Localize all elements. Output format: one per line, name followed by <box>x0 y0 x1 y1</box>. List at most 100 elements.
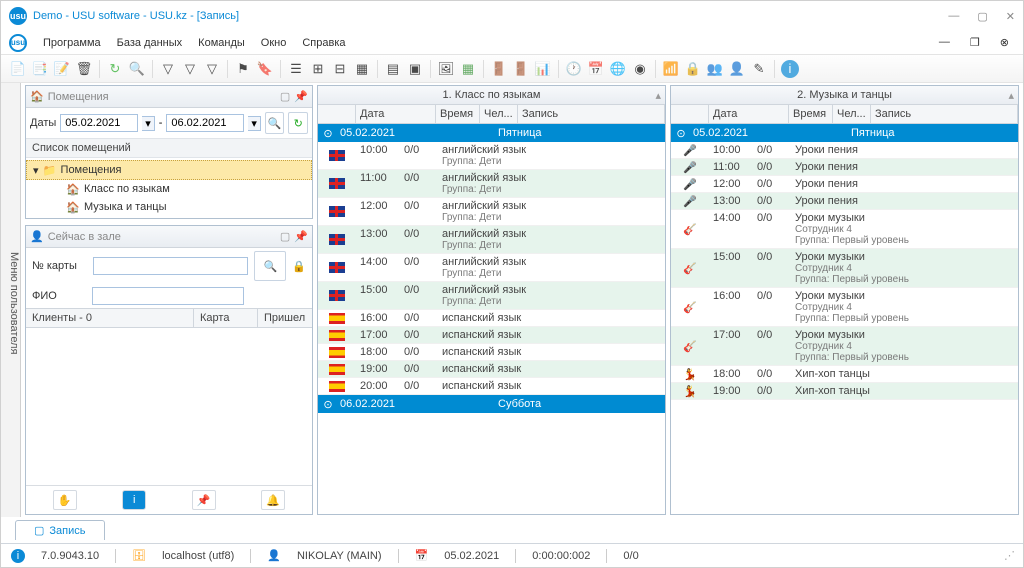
tool-group-icon[interactable]: ▦ <box>353 60 371 78</box>
tool-filter-off-icon[interactable]: ▽ <box>181 60 199 78</box>
date-from-dropdown[interactable]: ▾ <box>142 116 154 131</box>
schedule-entry[interactable]: 🎸16:000/0Уроки музыкиСотрудник 4Группа: … <box>671 288 1018 327</box>
tool-chart-icon[interactable]: 📊 <box>534 60 552 78</box>
tool-columns-icon[interactable]: ▤ <box>384 60 402 78</box>
menu-commands[interactable]: Команды <box>192 35 251 51</box>
date-row[interactable]: ⊙06.02.2021Суббота <box>318 395 665 413</box>
schedule-entry[interactable]: 18:000/0испанский язык <box>318 344 665 361</box>
tool-edit-icon[interactable]: 📝 <box>53 60 71 78</box>
tool-search-icon[interactable]: 🔍 <box>128 60 146 78</box>
card-input[interactable] <box>93 257 248 275</box>
schedule-entry[interactable]: 10:000/0английский языкГруппа: Дети <box>318 142 665 170</box>
tool-color-icon[interactable]: ◉ <box>631 60 649 78</box>
lock-icon[interactable]: 🔒 <box>292 260 306 273</box>
schedule-up-icon[interactable]: ▴ <box>1008 89 1014 102</box>
maximize-button[interactable]: ▢ <box>977 10 987 23</box>
schedule-entry[interactable]: 14:000/0английский языкГруппа: Дети <box>318 254 665 282</box>
schedule-entry[interactable]: 13:000/0английский языкГруппа: Дети <box>318 226 665 254</box>
date-row[interactable]: ⊙05.02.2021Пятница <box>671 124 1018 142</box>
pin-icon[interactable]: 📌 <box>192 490 216 510</box>
minimize-button[interactable]: — <box>948 10 959 23</box>
col-date[interactable]: Дата <box>709 105 789 123</box>
panel-new-window-icon[interactable]: ▢ <box>280 90 290 103</box>
tool-tree-icon[interactable]: ☰ <box>287 60 305 78</box>
tool-rss-icon[interactable]: 📶 <box>662 60 680 78</box>
schedule-entry[interactable]: 11:000/0английский языкГруппа: Дети <box>318 170 665 198</box>
arrived-column-header[interactable]: Пришел <box>258 309 312 327</box>
panel-pin-icon[interactable]: 📌 <box>294 230 308 243</box>
menu-database[interactable]: База данных <box>111 35 189 51</box>
tab-record[interactable]: ▢ Запись <box>15 520 105 540</box>
fio-input[interactable] <box>92 287 244 305</box>
tree-item-music[interactable]: 🏠 Музыка и танцы <box>26 198 312 216</box>
date-row[interactable]: ⊙05.02.2021Пятница <box>318 124 665 142</box>
menu-window[interactable]: Окно <box>255 35 293 51</box>
refresh-dates-button[interactable]: ↻ <box>288 112 308 134</box>
schedule-entry[interactable]: 19:000/0испанский язык <box>318 361 665 378</box>
tool-users-icon[interactable]: 👥 <box>706 60 724 78</box>
panel-pin-icon[interactable]: 📌 <box>294 90 308 103</box>
search-dates-button[interactable]: 🔍 <box>265 112 285 134</box>
collapse-icon[interactable]: ⊙ <box>318 127 338 140</box>
user-menu-tab[interactable]: Меню пользователя <box>1 83 21 517</box>
tool-user-icon[interactable]: 👤 <box>728 60 746 78</box>
hand-icon[interactable]: ✋ <box>53 490 77 510</box>
close-button[interactable]: ✕ <box>1006 10 1015 23</box>
date-to-input[interactable] <box>166 114 244 132</box>
tool-flag-icon[interactable]: ⚑ <box>234 60 252 78</box>
card-column-header[interactable]: Карта <box>194 309 258 327</box>
tool-new-icon[interactable]: 📄 <box>9 60 27 78</box>
schedule-entry[interactable]: 🎤12:000/0Уроки пения <box>671 176 1018 193</box>
mdi-restore-button[interactable]: ❐ <box>964 34 986 51</box>
tree-item-languages[interactable]: 🏠 Класс по языкам <box>26 180 312 198</box>
col-time[interactable]: Время <box>436 105 480 123</box>
mdi-close-button[interactable]: ⊗ <box>994 34 1015 51</box>
tool-clock-icon[interactable]: 🕐 <box>565 60 583 78</box>
schedule-entry[interactable]: 🎤13:000/0Уроки пения <box>671 193 1018 210</box>
clients-count-header[interactable]: Клиенты - 0 <box>26 309 194 327</box>
tool-lock-icon[interactable]: 🔒 <box>684 60 702 78</box>
info-icon[interactable]: i <box>122 490 146 510</box>
schedule-entry[interactable]: 💃18:000/0Хип-хоп танцы <box>671 366 1018 383</box>
tool-expand-icon[interactable]: ⊞ <box>309 60 327 78</box>
search-card-button[interactable]: 🔍 <box>254 251 286 281</box>
date-from-input[interactable] <box>60 114 138 132</box>
tree-root-rooms[interactable]: ▾ 📁 Помещения <box>26 160 312 180</box>
schedule-entry[interactable]: 🎤10:000/0Уроки пения <box>671 142 1018 159</box>
tool-bookmark-icon[interactable]: 🔖 <box>256 60 274 78</box>
tool-door-out-icon[interactable]: 🚪 <box>512 60 530 78</box>
tool-window-icon[interactable]: ▣ <box>406 60 424 78</box>
schedule-entry[interactable]: 🎤11:000/0Уроки пения <box>671 159 1018 176</box>
col-people[interactable]: Чел... <box>480 105 518 123</box>
schedule-entry[interactable]: 🎸17:000/0Уроки музыкиСотрудник 4Группа: … <box>671 327 1018 366</box>
bell-icon[interactable]: 🔔 <box>261 490 285 510</box>
tool-export-img-icon[interactable]: 🖼 <box>437 60 455 78</box>
schedule-entry[interactable]: 17:000/0испанский язык <box>318 327 665 344</box>
schedule-entry[interactable]: 16:000/0испанский язык <box>318 310 665 327</box>
tool-filter-icon[interactable]: ▽ <box>159 60 177 78</box>
collapse-icon[interactable]: ⊙ <box>671 127 691 140</box>
tool-calendar-icon[interactable]: 📅 <box>587 60 605 78</box>
schedule-entry[interactable]: 💃19:000/0Хип-хоп танцы <box>671 383 1018 400</box>
tool-info-icon[interactable]: i <box>781 60 799 78</box>
col-time[interactable]: Время <box>789 105 833 123</box>
schedule-up-icon[interactable]: ▴ <box>655 89 661 102</box>
menu-help[interactable]: Справка <box>296 35 351 51</box>
resize-grip-icon[interactable]: ⋰ <box>1004 549 1013 562</box>
tool-export-xls-icon[interactable]: ▦ <box>459 60 477 78</box>
tool-collapse-icon[interactable]: ⊟ <box>331 60 349 78</box>
menu-program[interactable]: Программа <box>37 35 107 51</box>
tool-refresh-icon[interactable]: ↻ <box>106 60 124 78</box>
mdi-minimize-button[interactable]: — <box>933 34 956 51</box>
col-people[interactable]: Чел... <box>833 105 871 123</box>
tool-copy-icon[interactable]: 📑 <box>31 60 49 78</box>
schedule-entry[interactable]: 12:000/0английский языкГруппа: Дети <box>318 198 665 226</box>
tool-pencil-icon[interactable]: ✎ <box>750 60 768 78</box>
tool-globe-icon[interactable]: 🌐 <box>609 60 627 78</box>
tool-filter-clear-icon[interactable]: ▽ <box>203 60 221 78</box>
schedule-entry[interactable]: 20:000/0испанский язык <box>318 378 665 395</box>
tool-door-in-icon[interactable]: 🚪 <box>490 60 508 78</box>
col-date[interactable]: Дата <box>356 105 436 123</box>
col-record[interactable]: Запись <box>518 105 665 123</box>
collapse-icon[interactable]: ⊙ <box>318 398 338 411</box>
